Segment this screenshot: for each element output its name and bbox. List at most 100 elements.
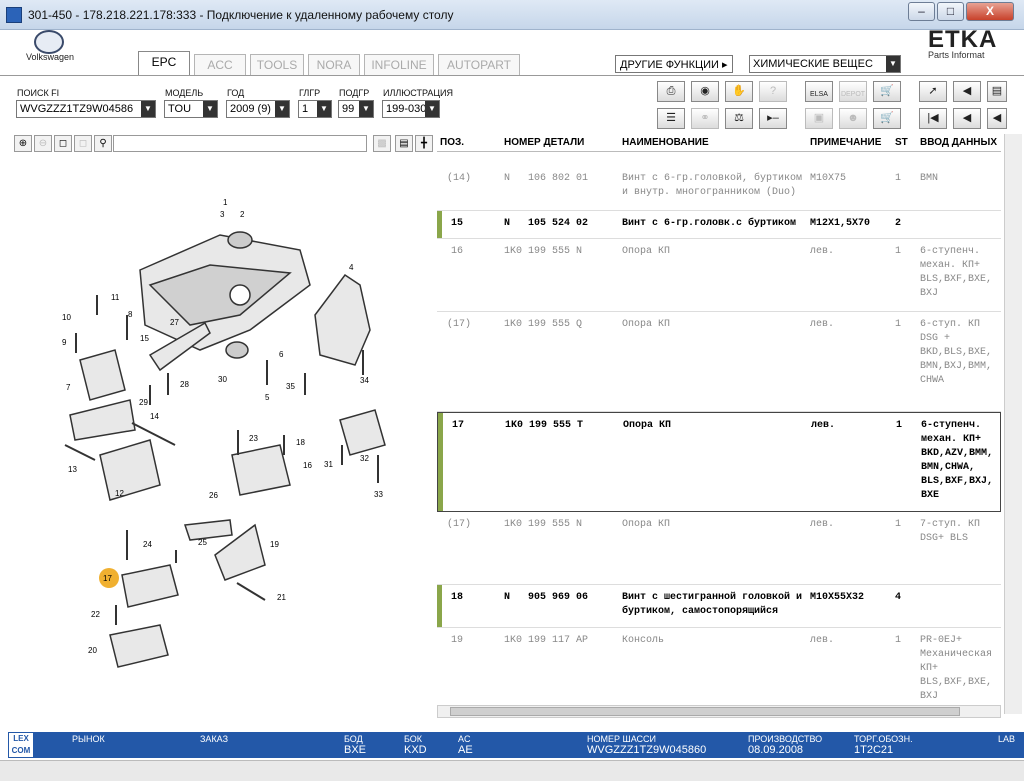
svg-text:30: 30 [218, 375, 227, 384]
col-pos[interactable]: ПОЗ. [440, 137, 464, 148]
prev2-icon[interactable]: ◀ [987, 108, 1007, 129]
podgr-select[interactable]: 99 ▼ [338, 100, 374, 118]
zoom-out-icon[interactable]: ⊖ [34, 135, 52, 152]
svg-text:9: 9 [62, 338, 67, 347]
table-row[interactable]: 19 1K0 199 117 AP Консоль лев. 1 PR-0EJ+… [437, 628, 1001, 703]
bod-label: БОД [344, 734, 363, 744]
key-icon[interactable]: ⚭ [691, 108, 719, 129]
tab-acc[interactable]: ACC [194, 54, 246, 75]
lab-label: LAB [998, 734, 1016, 744]
model-select[interactable]: TOU ▼ [164, 100, 218, 118]
window-titlebar: 301-450 - 178.218.221.178:333 - Подключе… [0, 0, 1024, 30]
list-icon[interactable]: ☰ [657, 108, 685, 129]
brand-name: Volkswagen [26, 52, 75, 62]
chevron-down-icon: ▼ [886, 56, 900, 72]
mount-7 [79, 349, 126, 401]
year-value: 2009 (9) [230, 103, 271, 115]
disc-icon[interactable]: ◉ [691, 81, 719, 102]
cart-icon[interactable]: 🛒 [873, 108, 901, 129]
minimize-button[interactable]: – [908, 2, 935, 21]
depot-icon[interactable]: DEPOT [839, 81, 867, 102]
illustration-value: 199-030 [386, 103, 427, 115]
chevron-down-icon: ▼ [359, 101, 373, 117]
trade-value: 1T2C21 [854, 744, 894, 756]
search-icon[interactable]: ⚲ [94, 135, 112, 152]
back-doc-icon[interactable]: ◀ [953, 81, 981, 102]
col-name[interactable]: НАИМЕНОВАНИЕ [622, 137, 709, 148]
play-minus-icon[interactable]: ▸– [759, 108, 787, 129]
col-data-entry[interactable]: ВВОД ДАННЫХ [920, 137, 997, 148]
other-functions-button[interactable]: ДРУГИЕ ФУНКЦИИ ▸ [615, 55, 733, 73]
chevron-right-icon: ▸ [722, 59, 728, 71]
prev-icon[interactable]: ◀ [953, 108, 981, 129]
glgr-select[interactable]: 1 ▼ [298, 100, 332, 118]
person-cart-icon[interactable]: ☻ [839, 108, 867, 129]
bok-label: БОК [404, 734, 423, 744]
arrange-icon[interactable]: ▩ [373, 135, 391, 152]
table-row[interactable]: (14) N 106 802 01 Винт с 6-гр.головкой, … [437, 166, 1001, 211]
etka-logo: ETKA Parts Informat [928, 26, 1024, 60]
layout-icon[interactable]: ▤ [395, 135, 413, 152]
svg-text:32: 32 [360, 454, 369, 463]
table-row[interactable]: (17) 1K0 199 555 Q Опора КП лев. 1 6-сту… [437, 312, 1001, 412]
year-label: ГОД [227, 88, 245, 98]
question-chat-icon[interactable]: ? [759, 81, 787, 102]
tab-infoline[interactable]: INFOLINE [364, 54, 434, 75]
window-arrows-icon[interactable]: ▣ [805, 108, 833, 129]
pin-icon[interactable]: ➚ [919, 81, 947, 102]
svg-text:28: 28 [180, 380, 189, 389]
zoom-reset-icon[interactable]: ◻ [74, 135, 92, 152]
col-part-number[interactable]: НОМЕР ДЕТАЛИ [504, 137, 584, 148]
table-row-selected[interactable]: 17 1K0 199 555 T Опора КП лев. 1 6-ступе… [437, 412, 1001, 512]
svg-text:35: 35 [286, 382, 295, 391]
elsa-icon[interactable]: ELSA [805, 81, 833, 102]
status-bar: РЫНОК ЗАКАЗ БОД BXE БОК KXD AC AE НОМЕР … [8, 732, 1024, 758]
fi-select[interactable]: WVGZZZ1TZ9W04586 ▼ [16, 100, 156, 118]
tab-epc[interactable]: EPC [138, 51, 190, 75]
tab-nora[interactable]: NORA [308, 54, 360, 75]
tab-autopart[interactable]: AUTOPART [438, 54, 520, 75]
svg-text:11: 11 [111, 293, 120, 302]
col-st[interactable]: ST [895, 137, 908, 148]
tab-tools[interactable]: TOOLS [250, 54, 304, 75]
illustration-select[interactable]: 199-030 ▼ [382, 100, 440, 118]
maximize-button[interactable]: □ [937, 2, 964, 21]
printer-icon[interactable]: ⎙ [657, 81, 685, 102]
svg-text:21: 21 [277, 593, 286, 602]
cart-plus-icon[interactable]: 🛒 [873, 81, 901, 102]
zoom-fit-icon[interactable]: ◻ [54, 135, 72, 152]
diagram-search-input[interactable] [113, 135, 367, 152]
svg-text:12: 12 [115, 489, 124, 498]
podgr-label: ПОДГР [339, 88, 370, 98]
year-select[interactable]: 2009 (9) ▼ [226, 100, 290, 118]
row-marker [437, 585, 442, 627]
row-marker [437, 211, 442, 238]
parts-diagram[interactable]: 1 2 3 4 5 6 7 8 9 10 11 12 13 14 15 16 1… [0, 155, 432, 715]
split-icon[interactable]: ╋ [415, 135, 433, 152]
chevron-down-icon: ▼ [317, 101, 331, 117]
svg-text:15: 15 [140, 334, 149, 343]
console-12 [99, 439, 161, 501]
table-row[interactable]: 15 N 105 524 02 Винт с 6-гр.головк.с бур… [437, 211, 1001, 239]
window-horizontal-scrollbar[interactable] [0, 760, 1024, 781]
close-button[interactable]: X [966, 2, 1014, 21]
table-vertical-scrollbar[interactable] [1004, 134, 1022, 714]
doc-icon[interactable]: ▤ [987, 81, 1007, 102]
table-row[interactable]: 18 N 905 969 06 Винт с шестигранной голо… [437, 585, 1001, 628]
table-row[interactable]: 16 1K0 199 555 N Опора КП лев. 1 6-ступе… [437, 239, 1001, 312]
window-title: 301-450 - 178.218.221.178:333 - Подключе… [28, 8, 454, 22]
table-row[interactable]: (17) 1K0 199 555 N Опора КП лев. 1 7-сту… [437, 512, 1001, 585]
scale-icon[interactable]: ⚖ [725, 108, 753, 129]
handshake-icon[interactable]: ✋ [725, 81, 753, 102]
scroll-thumb[interactable] [450, 707, 960, 716]
zoom-in-icon[interactable]: ⊕ [14, 135, 32, 152]
vw-logo-icon [34, 30, 64, 54]
col-note[interactable]: ПРИМЕЧАНИЕ [810, 137, 881, 148]
table-horizontal-scrollbar[interactable] [437, 705, 1001, 718]
other-functions-select[interactable]: ХИМИЧЕСКИЕ ВЕЩЕС ▼ [749, 55, 901, 73]
mount-32 [339, 409, 386, 456]
mount-16 [231, 444, 291, 496]
svg-text:10: 10 [62, 313, 71, 322]
first-icon[interactable]: |◀ [919, 108, 947, 129]
svg-text:23: 23 [249, 434, 258, 443]
